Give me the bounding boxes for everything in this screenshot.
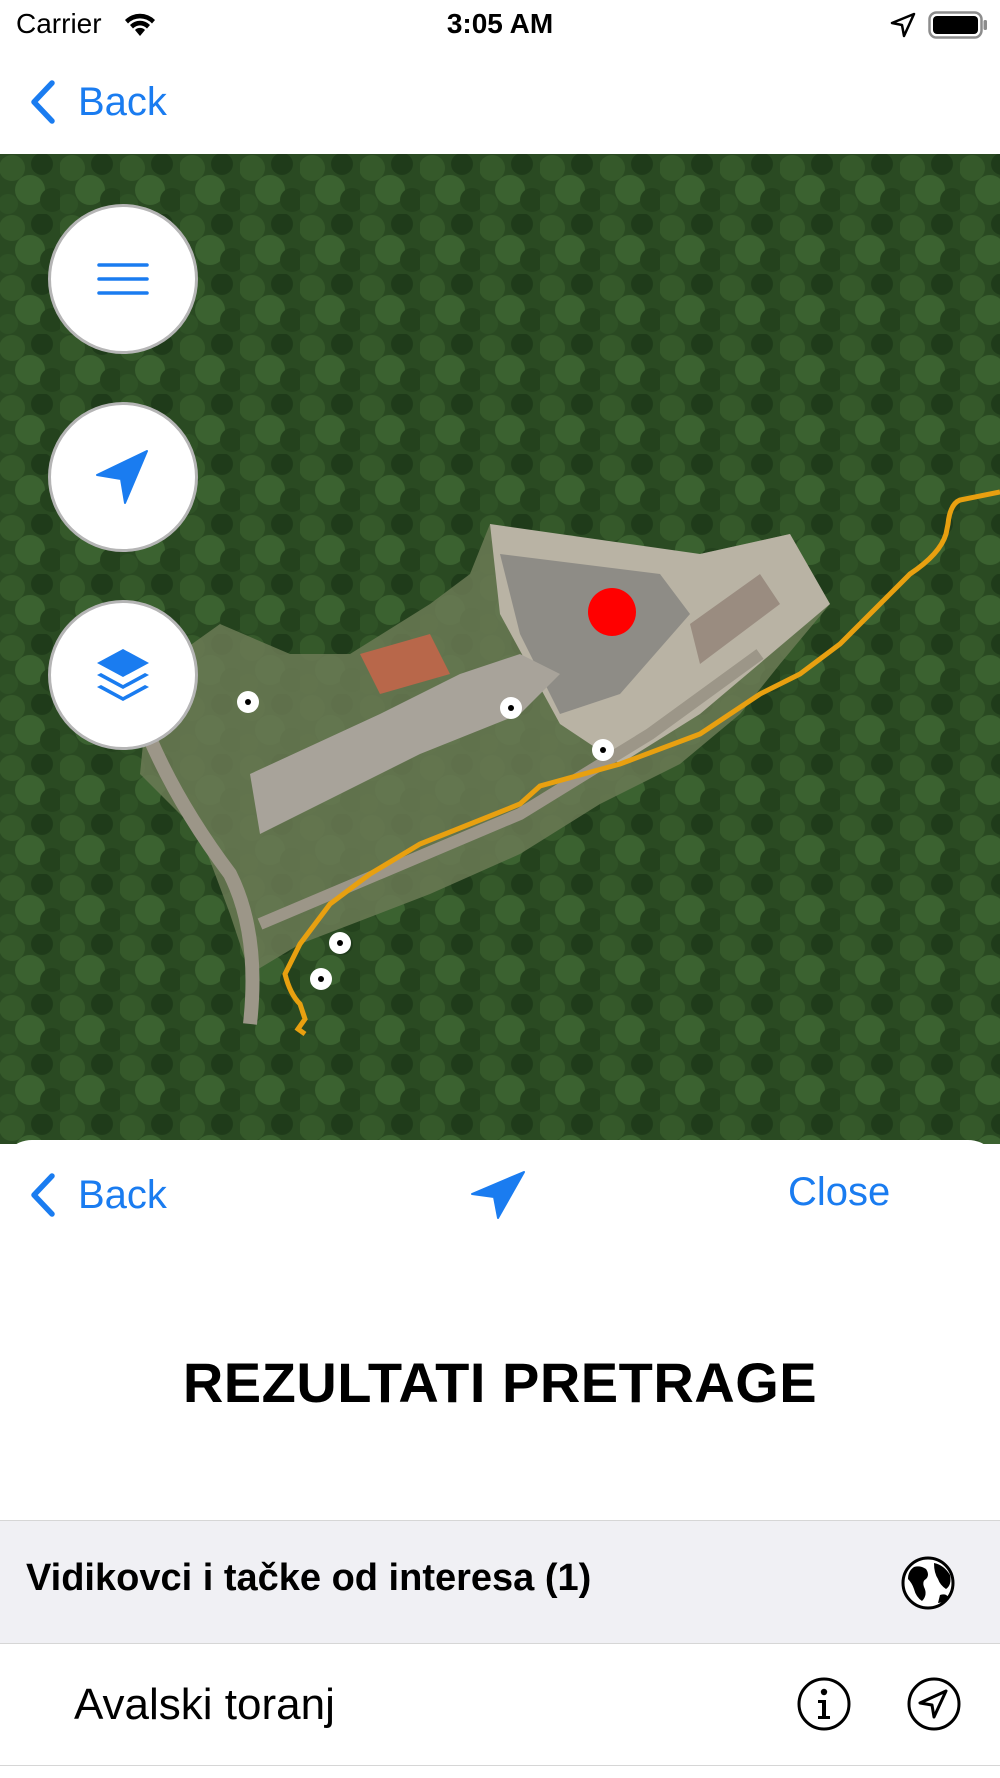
location-arrow-icon	[890, 12, 916, 38]
satellite-map[interactable]	[0, 154, 1000, 1144]
battery-icon	[928, 11, 987, 39]
poi-marker[interactable]	[310, 968, 332, 990]
menu-button[interactable]	[48, 204, 198, 354]
layers-icon	[97, 649, 149, 701]
layers-button[interactable]	[48, 600, 198, 750]
my-location-button[interactable]	[48, 402, 198, 552]
section-header: Vidikovci i tačke od interesa (1)	[0, 1520, 1000, 1644]
section-label: Vidikovci i tačke od interesa (1)	[26, 1557, 592, 1599]
globe-icon[interactable]	[900, 1555, 956, 1611]
poi-marker[interactable]	[592, 739, 614, 761]
close-button[interactable]: Close	[788, 1170, 890, 1215]
back-label: Back	[78, 79, 167, 124]
menu-icon	[97, 263, 149, 295]
result-label: Avalski toranj	[74, 1680, 335, 1729]
poi-marker[interactable]	[500, 697, 522, 719]
list-item[interactable]: Avalski toranj	[0, 1644, 1000, 1766]
status-time: 3:05 AM	[446, 8, 554, 39]
poi-marker[interactable]	[237, 691, 259, 713]
navigation-bar: Back	[0, 50, 1000, 154]
location-arrow-icon[interactable]	[470, 1170, 526, 1220]
back-button[interactable]: Back	[28, 76, 167, 128]
poi-marker[interactable]	[329, 932, 351, 954]
sheet-back-label: Back	[78, 1172, 167, 1217]
selected-location-marker[interactable]	[588, 588, 636, 636]
results-sheet: Back Close REZULTATI PRETRAGE Vidikovci …	[0, 1140, 1000, 1778]
chevron-left-icon	[31, 1173, 55, 1217]
navigate-icon[interactable]	[906, 1676, 962, 1732]
status-bar: Carrier 3:05 AM	[0, 0, 1000, 50]
info-icon[interactable]	[796, 1676, 852, 1732]
sheet-back-button[interactable]: Back	[28, 1168, 167, 1222]
chevron-left-icon	[31, 80, 55, 124]
sheet-title: REZULTATI PRETRAGE	[182, 1351, 818, 1414]
location-arrow-icon	[96, 450, 148, 504]
